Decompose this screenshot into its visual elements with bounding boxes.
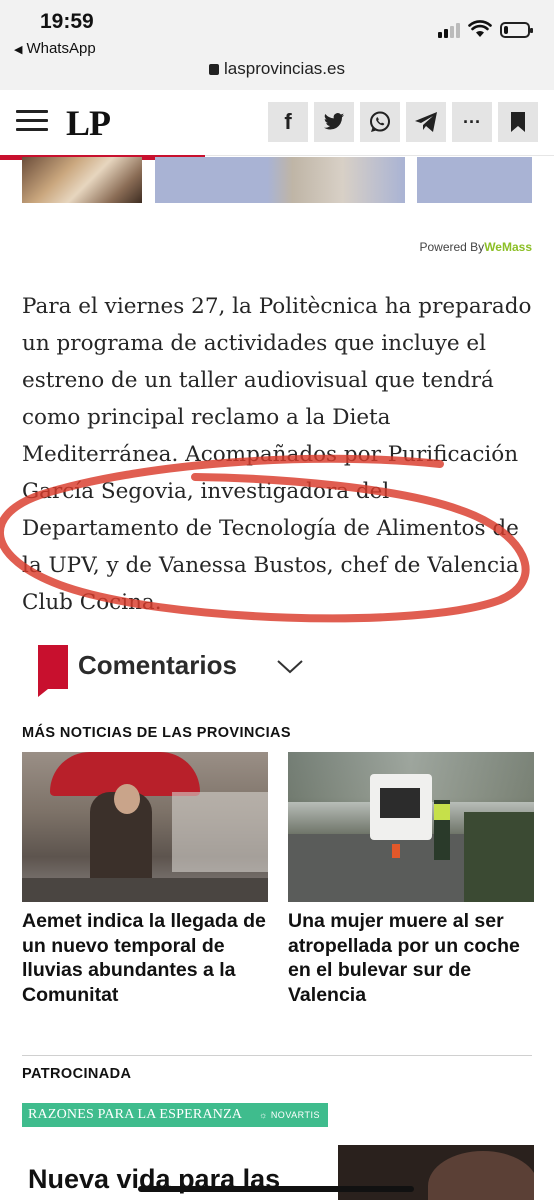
twitter-share-button[interactable] (314, 102, 354, 142)
article-paragraph: Para el viernes 27, la Politècnica ha pr… (22, 294, 532, 615)
whatsapp-share-button[interactable] (360, 102, 400, 142)
site-header: LP f ··· (0, 90, 554, 156)
news-image-accident[interactable] (288, 752, 534, 902)
address-bar[interactable]: lasprovincias.es (0, 59, 554, 79)
more-options-button[interactable]: ··· (452, 102, 492, 142)
bookmark-icon (511, 112, 525, 132)
system-icons (438, 20, 533, 38)
back-arrow-icon: ◀ (14, 44, 23, 56)
share-toolbar: f ··· (268, 102, 538, 142)
facebook-share-button[interactable]: f (268, 102, 308, 142)
news-headline[interactable]: Una mujer muere al ser atropellada por u… (288, 909, 534, 1007)
news-image-rain[interactable] (22, 752, 268, 902)
facebook-icon: f (284, 109, 292, 134)
news-headline[interactable]: Aemet indica la llegada de un nuevo temp… (22, 909, 268, 1007)
banner-right-text: ☼ NOVARTIS (259, 1110, 320, 1120)
powered-by-label[interactable]: Powered ByWeMass (419, 240, 532, 254)
powered-brand: WeMass (484, 240, 532, 254)
ad-thumbnail-strip[interactable] (0, 157, 554, 203)
cellular-signal-icon (438, 22, 460, 38)
powered-prefix: Powered By (419, 240, 485, 254)
site-logo[interactable]: LP (66, 102, 111, 144)
novartis-logo-icon: ☼ (259, 1110, 271, 1120)
menu-icon[interactable] (16, 110, 48, 132)
banner-brand: NOVARTIS (270, 1110, 320, 1120)
more-news-heading: MÁS NOTICIAS DE LAS PROVINCIAS (22, 725, 291, 741)
ad-image-panel-right[interactable] (417, 157, 532, 203)
news-card[interactable]: Aemet indica la llegada de un nuevo temp… (22, 752, 268, 1007)
news-card[interactable]: Una mujer muere al ser atropellada por u… (288, 752, 534, 1007)
battery-icon (500, 22, 533, 38)
chevron-down-icon (277, 660, 303, 674)
comments-flag-icon (38, 645, 68, 697)
sponsor-banner[interactable]: RAZONES PARA LA ESPERANZA ☼ NOVARTIS (22, 1103, 328, 1127)
comments-toggle[interactable]: Comentarios (38, 645, 338, 697)
telegram-share-button[interactable] (406, 102, 446, 142)
twitter-icon (323, 113, 345, 130)
ad-image-panel[interactable] (155, 157, 405, 203)
url-text: lasprovincias.es (224, 59, 345, 78)
browser-status-bar: 19:59 ◀ WhatsApp lasprovincias.es (0, 0, 554, 90)
back-to-app-link[interactable]: ◀ WhatsApp (14, 40, 96, 57)
ad-image-food[interactable] (22, 157, 142, 203)
wifi-icon (468, 20, 492, 37)
sponsored-heading: PATROCINADA (22, 1066, 132, 1082)
home-indicator (138, 1186, 414, 1192)
telegram-icon (415, 112, 437, 132)
save-bookmark-button[interactable] (498, 102, 538, 142)
comments-label: Comentarios (78, 650, 237, 680)
section-divider (22, 1055, 532, 1056)
clock: 19:59 (40, 10, 94, 33)
more-icon: ··· (463, 111, 481, 132)
lock-icon (209, 64, 220, 75)
back-app-label: WhatsApp (26, 40, 96, 57)
whatsapp-icon (370, 111, 390, 132)
banner-left-text: RAZONES PARA LA ESPERANZA (28, 1107, 243, 1122)
